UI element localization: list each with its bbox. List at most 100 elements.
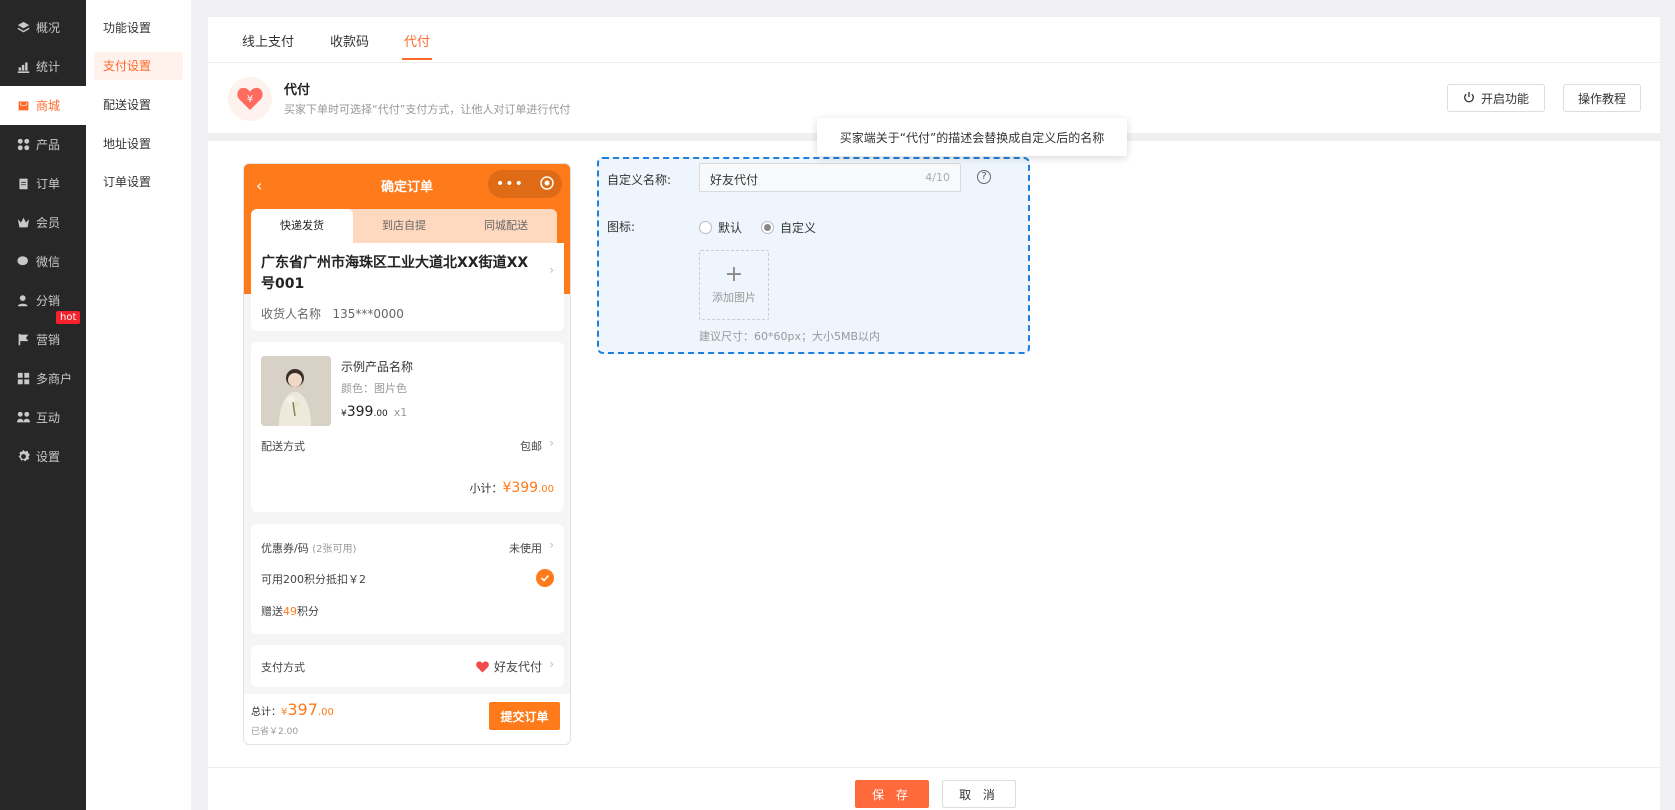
sidebar-item-products[interactable]: 产品 xyxy=(0,125,86,164)
custom-name-form: 自定义名称: 好友代付 4/10 ? 图标: 默认 自定义 + 添加图片 建议尺… xyxy=(597,157,1030,354)
chevron-right-icon: › xyxy=(549,436,554,450)
sidebar-item-marketing[interactable]: 营销 hot xyxy=(0,311,86,359)
gear-icon xyxy=(16,450,30,464)
feature-description: 买家下单时可选择“代付”支付方式，让他人对订单进行代付 xyxy=(284,103,571,116)
product-image xyxy=(261,356,331,426)
flag-icon xyxy=(16,333,30,347)
feature-header-panel: 线上支付 收款码 代付 ¥ 代付 买家下单时可选择“代付”支付方式，让他人对订单… xyxy=(208,17,1660,133)
shops-icon xyxy=(16,372,30,386)
sidebar-item-label: 统计 xyxy=(36,60,61,74)
product-card: 示例产品名称 颜色：图片色 ¥399.00 x1 配送方式 包邮 › 小计：¥39… xyxy=(251,342,564,512)
tab-payment-code[interactable]: 收款码 xyxy=(330,31,369,50)
ship-tab-express: 快递发货 xyxy=(251,209,353,243)
footer-action-bar: 保 存 取 消 xyxy=(208,767,1660,810)
custom-name-input[interactable]: 好友代付 4/10 xyxy=(699,163,961,192)
sidebar-item-label: 设置 xyxy=(36,450,61,464)
subtotal-amount: ¥399 xyxy=(502,480,539,496)
subtotal-label: 小计： xyxy=(469,482,503,495)
coupon-available: (2张可用) xyxy=(312,544,357,555)
sidebar-item-label: 会员 xyxy=(36,216,61,230)
power-icon xyxy=(1463,92,1475,104)
price-integer: 399 xyxy=(346,404,374,420)
phone-preview: ‹ 确定订单 ••• 快递发货 到店自提 同城配送 广东省广州市海珠区工业大道北… xyxy=(243,163,571,745)
help-tooltip: 买家端关于“代付”的描述会替换成自定义后的名称 xyxy=(817,118,1127,156)
subnav-function-settings[interactable]: 功能设置 xyxy=(94,14,183,42)
custom-name-label: 自定义名称: xyxy=(607,173,672,187)
coupon-label-text: 优惠券/码 xyxy=(261,542,309,555)
enable-feature-button[interactable]: 开启功能 xyxy=(1447,84,1545,112)
coupon-value: 未使用 xyxy=(509,542,542,555)
radio-circle xyxy=(699,221,712,234)
submit-order-button: 提交订单 xyxy=(489,702,560,730)
saved-amount: 已省￥2.00 xyxy=(251,727,299,737)
product-color: 颜色：图片色 xyxy=(341,382,407,395)
sidebar-item-label: 产品 xyxy=(36,138,61,152)
people-icon xyxy=(16,411,30,425)
sidebar-item-label: 分销 xyxy=(36,294,61,308)
crown-icon xyxy=(16,216,30,230)
delivery-label: 配送方式 xyxy=(261,440,305,453)
add-image-label: 添加图片 xyxy=(712,291,756,304)
check-circle-icon xyxy=(536,569,554,587)
proxy-pay-heart-icon: ¥ xyxy=(228,77,272,121)
address-card: 广东省广州市海珠区工业大道北XX街道XX号001 › 收货人名称 135***0… xyxy=(251,243,564,331)
more-dots-icon: ••• xyxy=(496,176,524,192)
cancel-button[interactable]: 取 消 xyxy=(942,780,1016,808)
sidebar-item-overview[interactable]: 概况 xyxy=(0,8,86,47)
total-label: 总计： xyxy=(251,707,281,718)
sidebar-item-wechat[interactable]: 微信 xyxy=(0,242,86,281)
subnav-order-settings[interactable]: 订单设置 xyxy=(94,168,183,196)
subtotal: 小计：¥399.00 xyxy=(469,480,554,496)
payment-method-text: 好友代付 xyxy=(493,660,542,674)
radio-circle-selected xyxy=(761,221,774,234)
add-image-upload[interactable]: + 添加图片 xyxy=(699,250,769,320)
close-circle-icon xyxy=(540,175,554,193)
sidebar-item-label: 互动 xyxy=(36,411,61,425)
shipping-tabs: 快递发货 到店自提 同城配送 xyxy=(251,209,557,243)
payment-method-label: 支付方式 xyxy=(261,661,305,674)
payment-method-value: 好友代付 xyxy=(476,658,542,675)
sidebar-item-multi-merchant[interactable]: 多商户 xyxy=(0,359,86,398)
save-button[interactable]: 保 存 xyxy=(855,780,929,808)
radio-custom-label: 自定义 xyxy=(780,221,817,235)
payment-tabs: 线上支付 收款码 代付 xyxy=(208,17,1660,63)
sidebar-item-orders[interactable]: 订单 xyxy=(0,164,86,203)
grid-icon xyxy=(16,138,30,152)
ship-tab-pickup: 到店自提 xyxy=(382,219,426,232)
sidebar-item-settings[interactable]: 设置 xyxy=(0,437,86,476)
radio-default[interactable]: 默认 xyxy=(699,219,742,236)
sidebar-item-label: 微信 xyxy=(36,255,61,269)
payment-method-card: 支付方式 好友代付 › xyxy=(251,645,564,687)
price-decimal: .00 xyxy=(373,409,388,419)
delivery-value: 包邮 xyxy=(520,440,542,453)
gift-points: 赠送49积分 xyxy=(261,603,319,619)
ship-tab-local: 同城配送 xyxy=(484,219,528,232)
help-question-icon[interactable]: ? xyxy=(977,170,991,184)
wechat-icon xyxy=(16,255,30,269)
subtotal-decimal: .00 xyxy=(538,484,554,495)
tab-proxy-pay[interactable]: 代付 xyxy=(401,31,433,60)
order-total: 总计：¥397.00 xyxy=(251,700,334,719)
sidebar-item-members[interactable]: 会员 xyxy=(0,203,86,242)
hot-badge: hot xyxy=(56,311,81,324)
subnav-address-settings[interactable]: 地址设置 xyxy=(94,130,183,158)
image-size-hint: 建议尺寸：60*60px；大小5MB以内 xyxy=(699,330,881,343)
subnav-delivery-settings[interactable]: 配送设置 xyxy=(94,91,183,119)
product-name: 示例产品名称 xyxy=(341,360,414,374)
radio-custom[interactable]: 自定义 xyxy=(761,219,816,236)
tutorial-button[interactable]: 操作教程 xyxy=(1563,84,1641,112)
primary-sidebar: 概况 统计 商城 产品 订单 会员 微信 分销 营销 hot 多商户 互动 设置 xyxy=(0,0,86,810)
chevron-right-icon: › xyxy=(549,538,554,552)
sidebar-item-stats[interactable]: 统计 xyxy=(0,47,86,86)
subnav-payment-settings[interactable]: 支付设置 xyxy=(94,52,183,80)
tab-online-payment[interactable]: 线上支付 xyxy=(242,31,294,50)
svg-text:¥: ¥ xyxy=(247,94,253,105)
sidebar-item-store[interactable]: 商城 xyxy=(0,86,86,125)
sidebar-item-label: 商城 xyxy=(36,99,61,113)
clipboard-icon xyxy=(16,177,30,191)
total-decimal: .00 xyxy=(317,707,334,718)
sidebar-item-label: 订单 xyxy=(36,177,61,191)
sidebar-item-interaction[interactable]: 互动 xyxy=(0,398,86,437)
gift-suffix: 积分 xyxy=(297,605,319,618)
secondary-sidebar: 功能设置 支付设置 配送设置 地址设置 订单设置 xyxy=(86,0,191,810)
